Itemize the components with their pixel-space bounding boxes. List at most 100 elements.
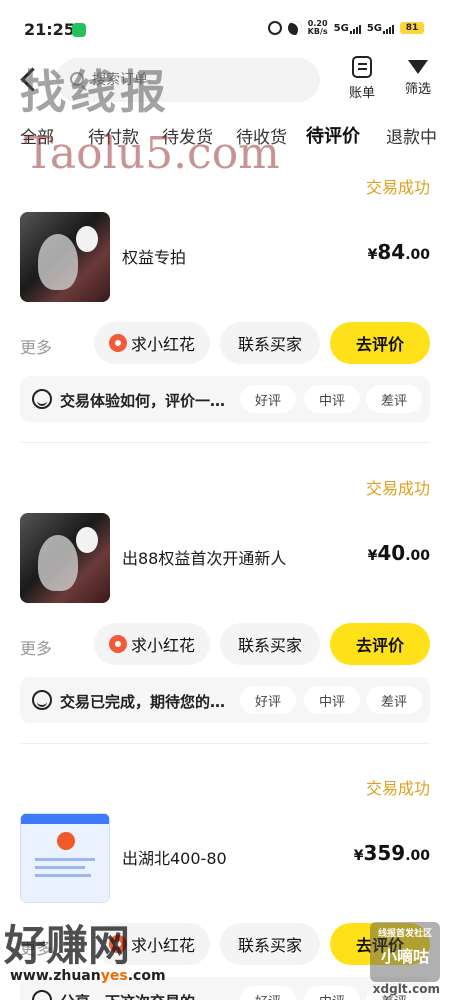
ask-flower-label: 求小红花 [130,636,195,655]
more-button[interactable]: 更多 [20,334,52,358]
smile-icon [32,389,52,409]
more-button[interactable]: 更多 [20,635,52,659]
order-actions: 更多 求小红花 联系买家 去评价 [20,923,430,967]
contact-buyer-button[interactable]: 联系买家 [220,923,320,965]
status-time: 21:25 [24,20,75,39]
order-price: ¥359.00 [354,841,430,865]
tab-all[interactable]: 全部 [20,123,54,148]
price-integer: 84 [377,240,406,264]
rate-neutral-button[interactable]: 中评 [304,385,360,413]
signal-bar-icon [355,26,358,34]
feedback-prompt: 交易已完成，期待您的评价 [60,693,232,711]
bill-button[interactable]: 账单 [336,56,388,101]
product-thumbnail[interactable] [20,813,110,903]
flower-icon [108,635,127,653]
rate-bad-button[interactable]: 差评 [366,385,422,413]
order-status: 交易成功 [365,479,430,498]
go-review-button[interactable]: 去评价 [330,322,430,364]
search-input[interactable] [92,68,302,92]
feedback-bar: 交易体验如何，评价一下吧 好评 中评 差评 [20,376,430,422]
price-integer: 359 [363,841,406,865]
battery-icon: 81 [400,22,424,34]
order-card: 交易成功 出88权益首次开通新人 ¥40.00 更多 求小红花 联系买家 去评价… [0,475,450,745]
order-price: ¥84.00 [368,240,430,264]
contact-buyer-button[interactable]: 联系买家 [220,322,320,364]
product-image-line [35,874,91,877]
product-image-face [38,535,78,591]
header: 账单 筛选 [0,52,450,108]
rate-neutral-button[interactable]: 中评 [304,686,360,714]
price-currency: ¥ [367,548,378,564]
rate-good-button[interactable]: 好评 [240,385,296,413]
ask-flower-button[interactable]: 求小红花 [94,623,210,665]
price-currency: ¥ [353,848,364,864]
back-button[interactable] [18,64,42,94]
order-actions: 更多 求小红花 联系买家 去评价 [20,623,430,667]
product-thumbnail[interactable] [20,212,110,302]
rate-good-button[interactable]: 好评 [240,686,296,714]
tab-pending-review[interactable]: 待评价 [304,122,362,148]
product-image [20,212,110,302]
filter-icon [408,60,428,74]
product-title[interactable]: 出88权益首次开通新人 [122,545,286,569]
bill-label: 账单 [348,86,375,101]
contact-buyer-button[interactable]: 联系买家 [220,623,320,665]
flower-icon [108,334,127,352]
filter-label: 筛选 [404,82,431,97]
order-status: 交易成功 [365,779,430,798]
signal-bar-icon [358,24,361,34]
go-review-button[interactable]: 去评价 [330,923,430,965]
ask-flower-button[interactable]: 求小红花 [94,923,210,965]
rate-good-button[interactable]: 好评 [240,986,296,1000]
signal-bar-icon [389,26,391,34]
product-title[interactable]: 出湖北400-80 [122,845,227,869]
search-box[interactable] [56,58,320,102]
smile-icon [32,690,52,710]
product-image-line [35,858,95,861]
product-title[interactable]: 权益专拍 [122,244,186,268]
smile-icon [32,990,52,1000]
divider [20,743,430,744]
status-bar: 21:25 0.20 KB/s 5G 5G 81 [0,0,450,44]
product-thumbnail[interactable] [20,513,110,603]
status-indicators: 0.20 KB/s 5G 5G 81 [267,20,424,36]
bill-icon [352,56,372,78]
price-integer: 40 [377,541,406,565]
tab-pending-payment[interactable]: 待付款 [88,123,139,148]
signal-1: 5G [334,23,361,34]
net-speed: 0.20 KB/s [308,20,328,36]
feedback-prompt: 分享一下这次交易的 [60,991,232,1000]
order-card: 交易成功 权益专拍 ¥84.00 更多 求小红花 联系买家 去评价 交易体验如何… [0,174,450,444]
signal-bar-icon [383,30,385,34]
divider [20,442,430,443]
filter-button[interactable]: 筛选 [392,56,444,97]
tab-pending-receipt[interactable]: 待收货 [236,123,287,148]
price-decimal: .00 [405,247,430,263]
feedback-prompt: 交易体验如何，评价一下吧 [60,392,232,410]
more-button[interactable]: 更多 [20,935,52,959]
tab-refunding[interactable]: 退款中 [386,123,437,148]
rate-bad-button[interactable]: 差评 [366,686,422,714]
rate-neutral-button[interactable]: 中评 [304,986,360,1000]
signal-2: 5G [367,23,394,34]
signal-bar-icon [386,28,388,34]
wechat-icon [72,23,86,37]
order-status: 交易成功 [365,178,430,197]
price-decimal: .00 [405,848,430,864]
go-review-button[interactable]: 去评价 [330,623,430,665]
alarm-icon [267,21,282,35]
price-decimal: .00 [405,548,430,564]
moon-icon [287,21,302,35]
tab-pending-shipment[interactable]: 待发货 [162,123,213,148]
net-speed-unit: KB/s [307,27,328,36]
ask-flower-button[interactable]: 求小红花 [94,322,210,364]
order-tabs: 全部 待付款 待发货 待收货 待评价 退款中 [0,118,450,152]
rate-bad-button[interactable]: 差评 [366,986,422,1000]
search-icon [70,72,84,86]
product-image-face [38,234,78,290]
ask-flower-label: 求小红花 [130,936,195,955]
product-image [20,813,110,903]
signal-2-label: 5G [366,22,382,34]
product-image-bird [76,226,98,252]
signal-1-label: 5G [333,22,349,34]
